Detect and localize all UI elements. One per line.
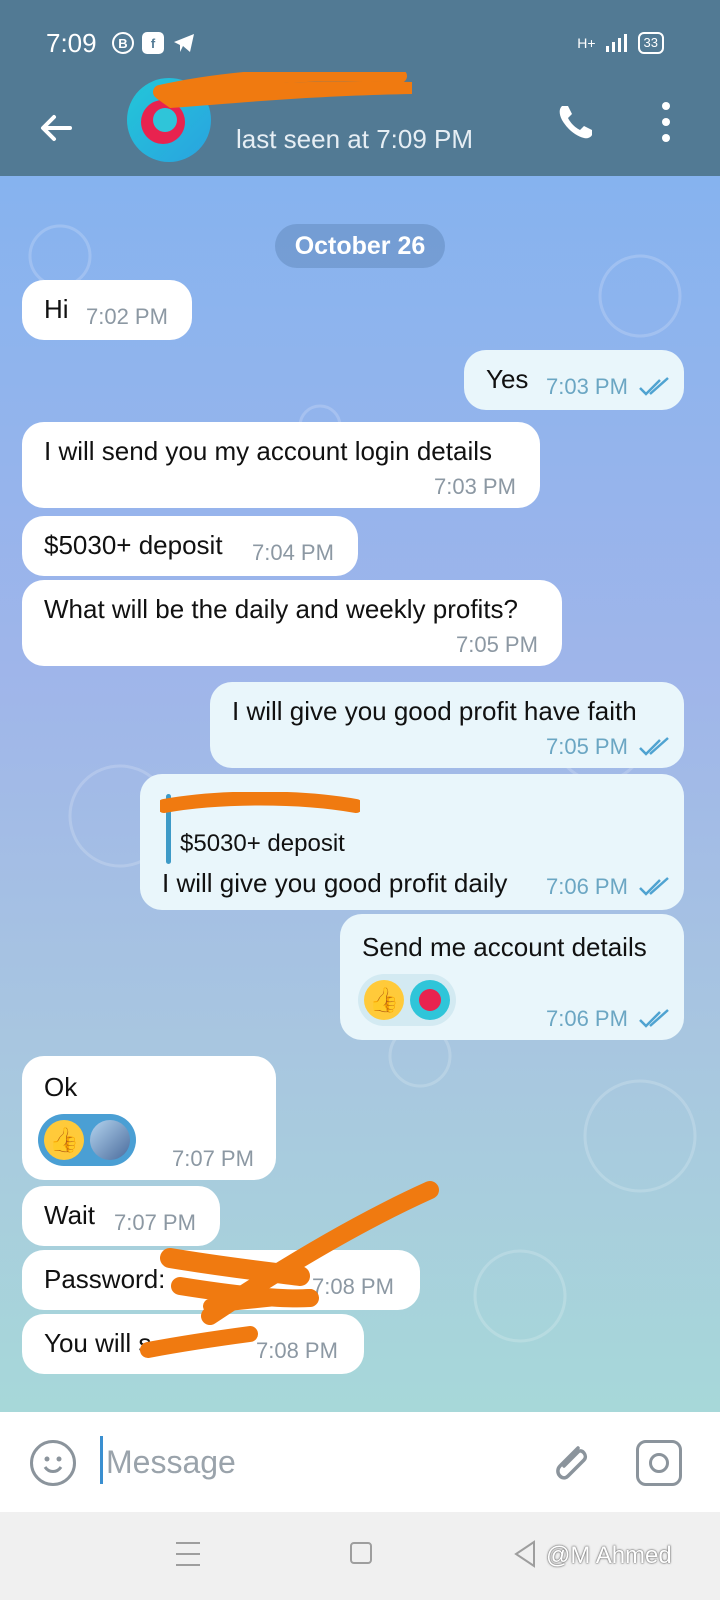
signal-icon	[605, 34, 627, 52]
message-text: $5030+ deposit	[44, 530, 223, 560]
reaction-chip[interactable]: 👍	[358, 974, 456, 1026]
camera-icon[interactable]	[636, 1440, 682, 1486]
chat-header: last seen at 7:09 PM	[0, 72, 720, 176]
more-options-icon[interactable]	[652, 98, 680, 146]
message-time: 7:05 PM	[546, 734, 628, 759]
reaction-chip[interactable]: 👍	[38, 1114, 136, 1166]
message-text: What will be the daily and weekly profit…	[44, 594, 519, 624]
nav-back-icon[interactable]	[512, 1540, 538, 1568]
status-time: 7:09	[46, 28, 97, 58]
reactor-avatar	[90, 1120, 130, 1160]
message-bubble-outgoing-reply[interactable]: $5030+ deposit I will give you good prof…	[140, 774, 684, 910]
text-cursor	[100, 1436, 103, 1484]
message-time: 7:07 PM	[114, 1210, 196, 1235]
redacted-contact-name	[153, 72, 412, 108]
battery-icon: 33	[637, 32, 664, 54]
last-seen-status: last seen at 7:09 PM	[236, 124, 474, 154]
message-text: Ok	[44, 1072, 78, 1102]
message-time: 7:05 PM	[456, 632, 538, 657]
message-bubble-incoming[interactable]: Hi 7:02 PM	[22, 280, 192, 340]
recents-menu-icon[interactable]	[176, 1542, 200, 1566]
message-time: 7:08 PM	[312, 1274, 394, 1299]
double-check-icon	[639, 737, 669, 756]
system-nav-bar: @M Ahmed	[0, 1512, 720, 1600]
message-text: I will send you my account login details	[44, 436, 493, 466]
message-composer	[0, 1412, 720, 1512]
double-check-icon	[639, 1009, 669, 1028]
message-bubble-incoming[interactable]: $5030+ deposit 7:04 PM	[22, 516, 358, 576]
watermark: @M Ahmed	[546, 1542, 672, 1569]
reply-quote-text: $5030+ deposit	[180, 830, 345, 857]
message-bubble-outgoing[interactable]: Yes 7:03 PM	[464, 350, 684, 410]
thumbs-up-icon: 👍	[44, 1120, 84, 1160]
thumbs-up-icon: 👍	[364, 980, 404, 1020]
telegram-icon	[174, 34, 194, 52]
message-bubble-incoming[interactable]: You will s 7:08 PM	[22, 1314, 364, 1374]
message-text: Wait	[44, 1200, 96, 1230]
message-text: I will give you good profit have faith	[232, 696, 637, 726]
message-bubble-outgoing[interactable]: I will give you good profit have faith 7…	[210, 682, 684, 768]
chat-area[interactable]: October 26 Hi 7:02 PM Yes 7:03 PM I will…	[0, 176, 720, 1412]
reactor-avatar	[410, 980, 450, 1020]
message-text: Password:	[44, 1264, 166, 1294]
message-bubble-incoming[interactable]: I will send you my account login details…	[22, 422, 540, 508]
home-icon[interactable]	[350, 1542, 372, 1564]
emoji-icon[interactable]	[30, 1440, 76, 1486]
message-text: Yes	[486, 364, 529, 394]
phone-icon[interactable]	[554, 100, 598, 144]
notification-icons: B f	[112, 32, 196, 54]
message-time: 7:08 PM	[256, 1338, 338, 1363]
message-text: Hi	[44, 294, 69, 324]
back-arrow-icon[interactable]	[36, 108, 76, 148]
double-check-icon	[639, 377, 669, 396]
message-bubble-incoming[interactable]: Ok 👍 7:07 PM	[22, 1056, 276, 1180]
message-time: 7:02 PM	[86, 304, 168, 329]
network-label: H+	[577, 35, 596, 51]
message-time: 7:03 PM	[434, 474, 516, 499]
message-text: You will s	[44, 1328, 152, 1358]
message-time: 7:04 PM	[252, 540, 334, 565]
message-bubble-incoming[interactable]: Wait 7:07 PM	[22, 1186, 220, 1246]
message-input[interactable]	[104, 1434, 528, 1490]
message-time: 7:07 PM	[172, 1146, 254, 1171]
attach-icon[interactable]	[548, 1436, 592, 1490]
message-bubble-incoming[interactable]: What will be the daily and weekly profit…	[22, 580, 562, 666]
redacted-reply-author	[160, 792, 360, 813]
date-separator: October 26	[275, 224, 445, 268]
message-time: 7:03 PM	[546, 374, 628, 399]
b-notification-icon: B	[112, 32, 134, 54]
message-bubble-outgoing[interactable]: Send me account details 👍 7:06 PM	[340, 914, 684, 1040]
message-time: 7:06 PM	[546, 1006, 628, 1031]
double-check-icon	[639, 877, 669, 896]
facebook-icon: f	[142, 32, 164, 54]
status-right: H+ 33	[577, 32, 664, 54]
message-text: I will give you good profit daily	[162, 868, 508, 898]
message-bubble-incoming[interactable]: Password: 7:08 PM	[22, 1250, 420, 1310]
message-time: 7:06 PM	[546, 874, 628, 899]
message-text: Send me account details	[362, 932, 647, 962]
smiley-icon	[43, 1456, 63, 1473]
